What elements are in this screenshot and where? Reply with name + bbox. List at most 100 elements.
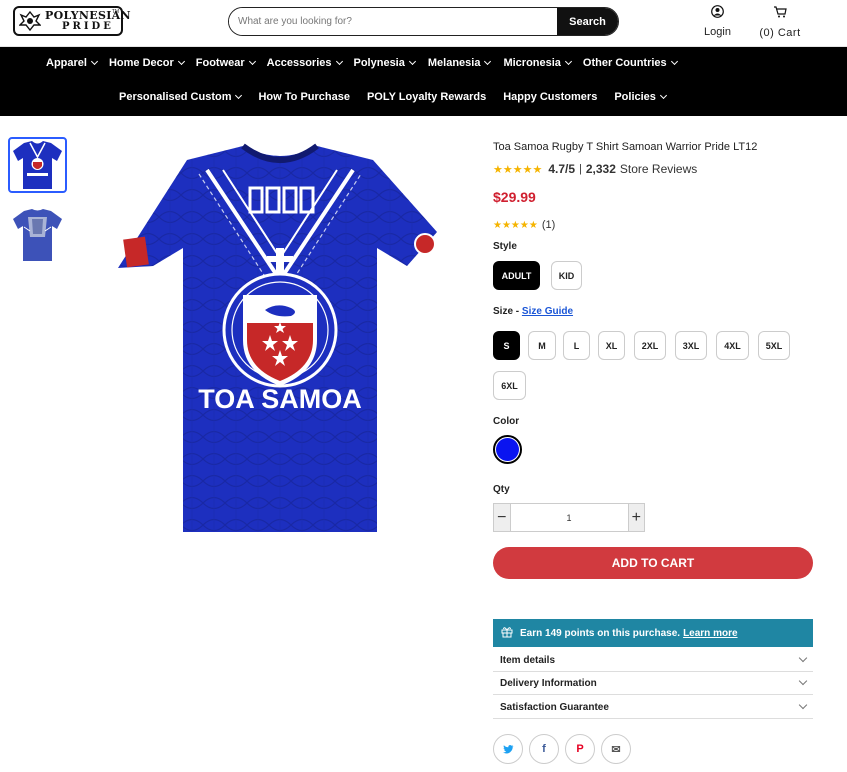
facebook-icon[interactable]: f [529, 734, 559, 764]
earn-text: Earn 149 points on this purchase. [520, 628, 680, 639]
chevron-down-icon [798, 676, 808, 686]
learn-more-link[interactable]: Learn more [683, 628, 737, 639]
store-score: 4.7/5 [548, 162, 576, 176]
accordion-label: Item details [500, 654, 556, 666]
rating-stars-icon: ★★★★★ [493, 163, 543, 176]
nav-item-label: POLY Loyalty Rewards [366, 91, 487, 103]
style-option-adult[interactable]: ADULT [493, 261, 540, 290]
nav-item-footwear[interactable]: Footwear [195, 57, 256, 69]
add-to-cart-button[interactable]: ADD TO CART [493, 547, 813, 579]
chevron-down-icon [90, 57, 99, 66]
nav-item-happy-customers[interactable]: Happy Customers [503, 91, 597, 103]
nav-item-polynesia[interactable]: Polynesia [353, 57, 416, 69]
quantity-input[interactable] [509, 504, 629, 531]
product-rating-stars-icon: ★★★★★ [493, 219, 538, 231]
chevron-down-icon [564, 57, 572, 66]
login-label: Login [704, 26, 731, 38]
style-option-kid[interactable]: KID [551, 261, 582, 290]
size-option-5xl[interactable]: 5XL [758, 331, 790, 360]
size-option-4xl[interactable]: 4XL [716, 331, 749, 360]
size-label: Size - [493, 306, 520, 317]
size-guide-link[interactable]: Size Guide [522, 306, 573, 317]
qty-label: Qty [493, 484, 510, 495]
accordion-item-details[interactable]: Item details [493, 649, 813, 672]
nav-item-how-to-purchase[interactable]: How To Purchase [258, 91, 349, 103]
size-option-m[interactable]: M [528, 331, 556, 360]
cart-label: (0) Cart [759, 27, 801, 39]
size-option-2xl[interactable]: 2XL [634, 331, 666, 360]
product-review-count: (1) [541, 219, 556, 231]
nav-item-policies[interactable]: Policies [614, 91, 667, 103]
accordion-label: Delivery Information [500, 677, 597, 689]
accordion-delivery-information[interactable]: Delivery Information [493, 672, 813, 695]
login-link[interactable]: Login [700, 5, 735, 38]
logo-emblem-icon [19, 10, 41, 32]
style-label: Style [493, 241, 517, 252]
nav-item-home-decor[interactable]: Home Decor [109, 57, 185, 69]
nav-item-micronesia[interactable]: Micronesia [503, 57, 572, 69]
logo-line2: PRIDE [62, 21, 114, 32]
gift-icon [501, 626, 513, 641]
email-icon[interactable]: ✉ [601, 734, 631, 764]
chevron-down-icon [235, 91, 243, 100]
accordion-satisfaction-guarantee[interactable]: Satisfaction Guarantee [493, 696, 813, 719]
product-main-image[interactable]: TOA SAMOA [115, 140, 445, 540]
nav-item-accessories[interactable]: Accessories [266, 57, 343, 69]
nav-row-2: Personalised Custom How To Purchase POLY L… [0, 91, 847, 103]
nav-item-label: Personalised Custom [119, 91, 232, 103]
chevron-down-icon [798, 700, 808, 710]
nav-item-label: Policies [614, 91, 656, 103]
product-price: $29.99 [493, 189, 536, 205]
color-label: Color [493, 416, 520, 427]
store-reviews-label: Store Reviews [619, 162, 698, 176]
minus-icon[interactable]: − [494, 504, 510, 531]
search-input[interactable] [229, 8, 557, 35]
main-navigation: Apparel Home Decor Footwear Accessories Poly… [0, 47, 847, 116]
shirt-print-text: TOA SAMOA [198, 384, 362, 414]
cart-link[interactable]: (0) Cart [752, 5, 808, 39]
pinterest-icon-glyph: P [576, 743, 584, 755]
chevron-down-icon [177, 57, 185, 66]
nav-item-label: Micronesia [503, 57, 561, 69]
size-option-6xl[interactable]: 6XL [493, 371, 526, 400]
color-swatch-blue[interactable] [493, 435, 522, 464]
site-logo[interactable]: POLYNESIAN PRIDE TM [13, 6, 131, 36]
nav-item-label: Melanesia [427, 57, 481, 69]
plus-icon[interactable]: + [628, 504, 644, 531]
nav-item-personalised-custom[interactable]: Personalised Custom [119, 91, 243, 103]
size-option-l[interactable]: L [563, 331, 590, 360]
chevron-down-icon [335, 57, 343, 66]
user-icon [711, 5, 724, 23]
logo-trademark: TM [111, 9, 119, 15]
nav-row-1: Apparel Home Decor Footwear Accessories Poly… [0, 57, 847, 69]
size-label-row: Size - Size Guide [493, 306, 573, 317]
nav-item-label: Footwear [195, 57, 245, 69]
size-option-3xl[interactable]: 3XL [675, 331, 707, 360]
twitter-icon[interactable] [493, 734, 523, 764]
pinterest-icon[interactable]: P [565, 734, 595, 764]
product-thumbnail-back[interactable] [8, 207, 67, 263]
search-button[interactable]: Search [557, 8, 618, 35]
earn-suffix: points on this purchase. [564, 627, 681, 639]
chevron-down-icon [248, 57, 256, 66]
search-bar: Search [228, 7, 619, 36]
nav-item-label: Accessories [266, 57, 332, 69]
quantity-stepper: − + [493, 503, 645, 532]
rating-separator: | [579, 163, 582, 175]
size-option-s[interactable]: S [493, 331, 520, 360]
nav-item-apparel[interactable]: Apparel [46, 57, 99, 69]
email-icon-glyph: ✉ [611, 743, 621, 756]
size-option-xl[interactable]: XL [598, 331, 625, 360]
store-rating: ★★★★★ 4.7/5 | 2,332 Store Reviews [493, 162, 697, 176]
nav-item-label: Polynesia [353, 57, 405, 69]
earn-prefix: Earn [520, 627, 543, 639]
nav-item-poly-loyalty-rewards[interactable]: POLY Loyalty Rewards [367, 91, 486, 103]
product-title: Toa Samoa Rugby T Shirt Samoan Warrior P… [493, 141, 758, 153]
nav-item-other-countries[interactable]: Other Countries [583, 57, 678, 69]
chevron-down-icon [659, 91, 667, 100]
product-thumbnail-front[interactable] [8, 137, 67, 193]
product-rating[interactable]: ★★★★★ (1) [493, 219, 555, 231]
nav-item-melanesia[interactable]: Melanesia [427, 57, 492, 69]
cart-icon [773, 5, 787, 23]
nav-item-label: How To Purchase [258, 91, 350, 103]
